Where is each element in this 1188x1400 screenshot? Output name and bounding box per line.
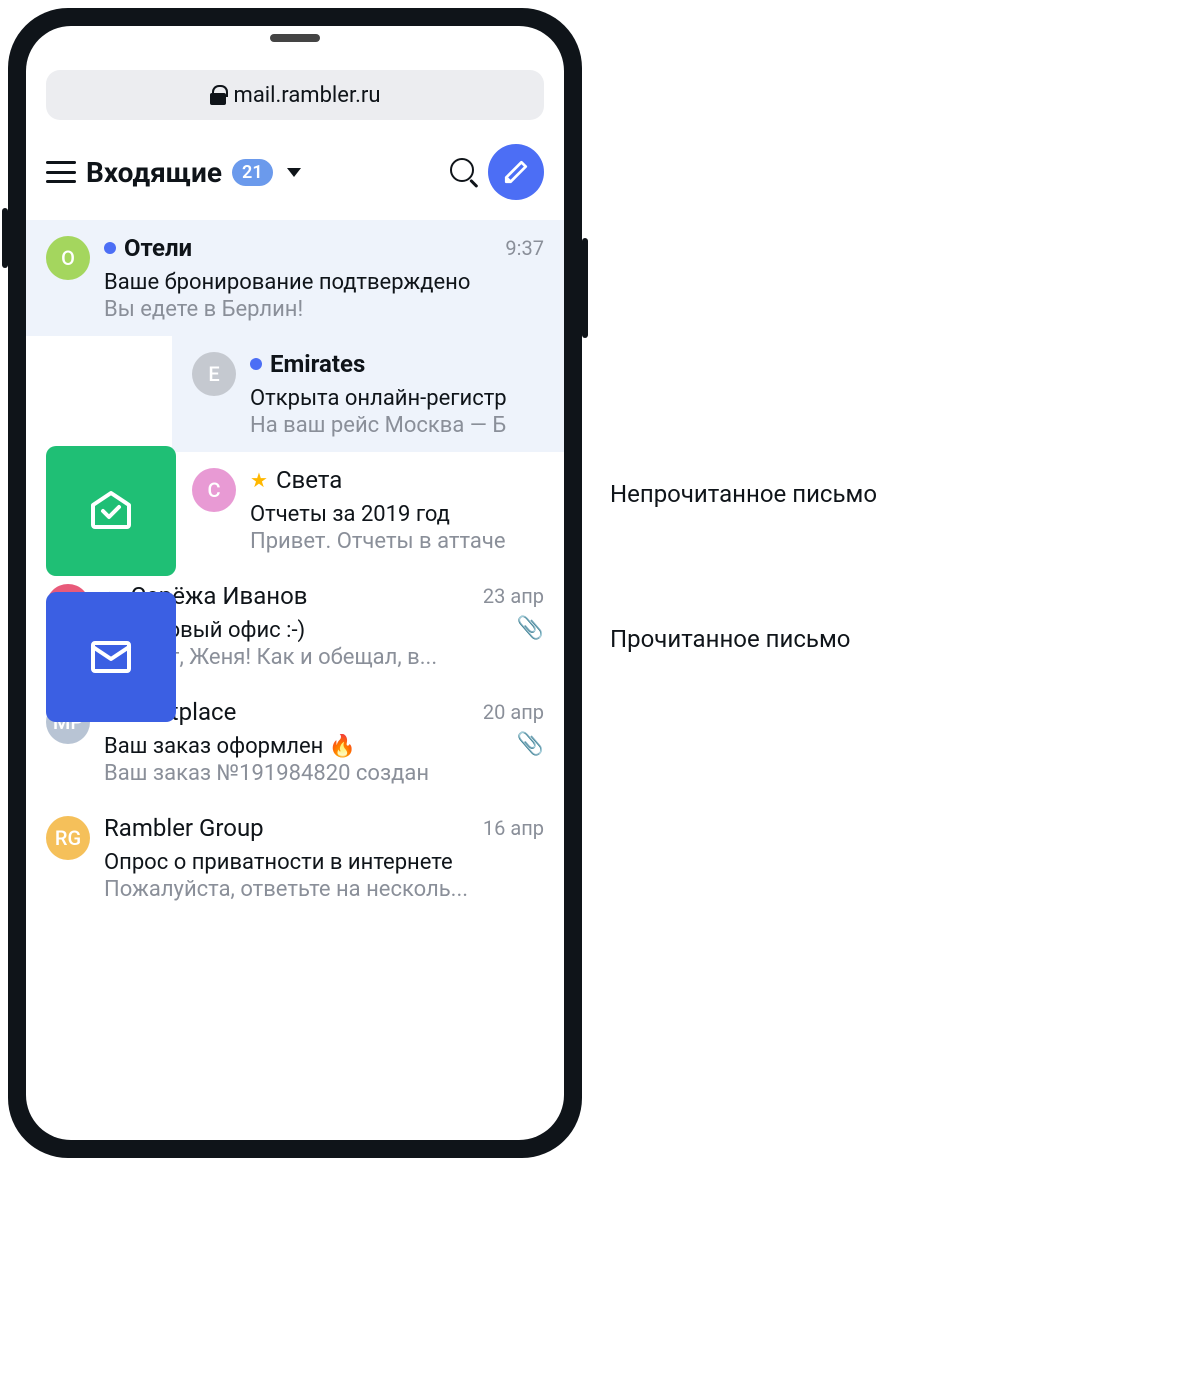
search-icon[interactable] bbox=[450, 158, 478, 186]
message-time: 9:37 bbox=[505, 236, 544, 260]
lock-icon bbox=[210, 85, 226, 105]
url-text: mail.rambler.ru bbox=[234, 83, 381, 108]
message-sender: Emirates bbox=[270, 350, 365, 378]
message-subject: Ваш заказ оформлен 🔥 bbox=[104, 734, 356, 759]
envelope-check-icon bbox=[87, 487, 135, 535]
unread-count-badge: 21 bbox=[232, 159, 273, 186]
message-content: Emirates Открыта онлайн-регистр На ваш р… bbox=[250, 350, 544, 438]
phone-frame: mail.rambler.ru Входящие 21 O Отели 9:37… bbox=[8, 8, 582, 1158]
annotation-unread: Непрочитанное письмо bbox=[610, 480, 877, 508]
message-preview: Вы едете в Берлин! bbox=[104, 297, 544, 322]
message-preview: Ваш заказ №191984820 создан bbox=[104, 761, 544, 786]
app-header: Входящие 21 bbox=[26, 134, 564, 220]
envelope-icon bbox=[87, 633, 135, 681]
avatar: RG bbox=[46, 816, 90, 860]
message-content: ★ Света Отчеты за 2019 год Привет. Отчет… bbox=[250, 466, 544, 554]
avatar: E bbox=[192, 352, 236, 396]
screen: mail.rambler.ru Входящие 21 O Отели 9:37… bbox=[26, 26, 564, 1140]
compose-button[interactable] bbox=[488, 144, 544, 200]
message-time: 16 апр bbox=[483, 816, 544, 840]
pencil-icon bbox=[503, 159, 529, 185]
avatar: O bbox=[46, 236, 90, 280]
menu-icon[interactable] bbox=[46, 161, 76, 183]
phone-side-button bbox=[2, 208, 8, 268]
phone-side-button bbox=[582, 238, 588, 338]
message-item[interactable]: O Отели 9:37 Ваше бронирование подтвержд… bbox=[26, 220, 564, 336]
message-item[interactable]: C ★ Света Отчеты за 2019 год Привет. Отч… bbox=[172, 452, 564, 568]
swipe-action-mark-read[interactable] bbox=[46, 446, 176, 576]
browser-urlbar[interactable]: mail.rambler.ru bbox=[46, 70, 544, 120]
annotation-read: Прочитанное письмо bbox=[610, 625, 850, 653]
swipe-action-mark-unread[interactable] bbox=[46, 592, 176, 722]
message-preview: Пожалуйста, ответьте на несколь... bbox=[104, 877, 544, 902]
message-time: 23 апр bbox=[483, 584, 544, 608]
attachment-icon: 📎 bbox=[517, 732, 544, 757]
message-subject: Опрос о приватности в интернете bbox=[104, 850, 453, 875]
message-item[interactable]: RG Rambler Group 16 апр Опрос о приватно… bbox=[26, 800, 564, 916]
avatar: C bbox=[192, 468, 236, 512]
message-content: Rambler Group 16 апр Опрос о приватности… bbox=[104, 814, 544, 902]
star-icon: ★ bbox=[250, 468, 268, 492]
message-subject: Открыта онлайн-регистр bbox=[250, 386, 507, 411]
message-item[interactable]: E Emirates Открыта онлайн-регистр На ваш… bbox=[172, 336, 564, 452]
message-subject: Ваше бронирование подтверждено bbox=[104, 270, 470, 295]
message-preview: На ваш рейс Москва — Б bbox=[250, 413, 544, 438]
message-subject: Отчеты за 2019 год bbox=[250, 502, 450, 527]
message-sender: Rambler Group bbox=[104, 814, 264, 842]
folder-title: Входящие bbox=[86, 156, 222, 189]
unread-dot-icon bbox=[250, 358, 262, 370]
unread-dot-icon bbox=[104, 242, 116, 254]
message-sender: Отели bbox=[124, 234, 192, 262]
message-content: Отели 9:37 Ваше бронирование подтвержден… bbox=[104, 234, 544, 322]
message-time: 20 апр bbox=[483, 700, 544, 724]
chevron-down-icon[interactable] bbox=[287, 168, 301, 177]
phone-notch bbox=[270, 34, 320, 42]
message-preview: Привет. Отчеты в аттаче bbox=[250, 529, 544, 554]
message-sender: Света bbox=[276, 466, 342, 494]
attachment-icon: 📎 bbox=[517, 616, 544, 641]
